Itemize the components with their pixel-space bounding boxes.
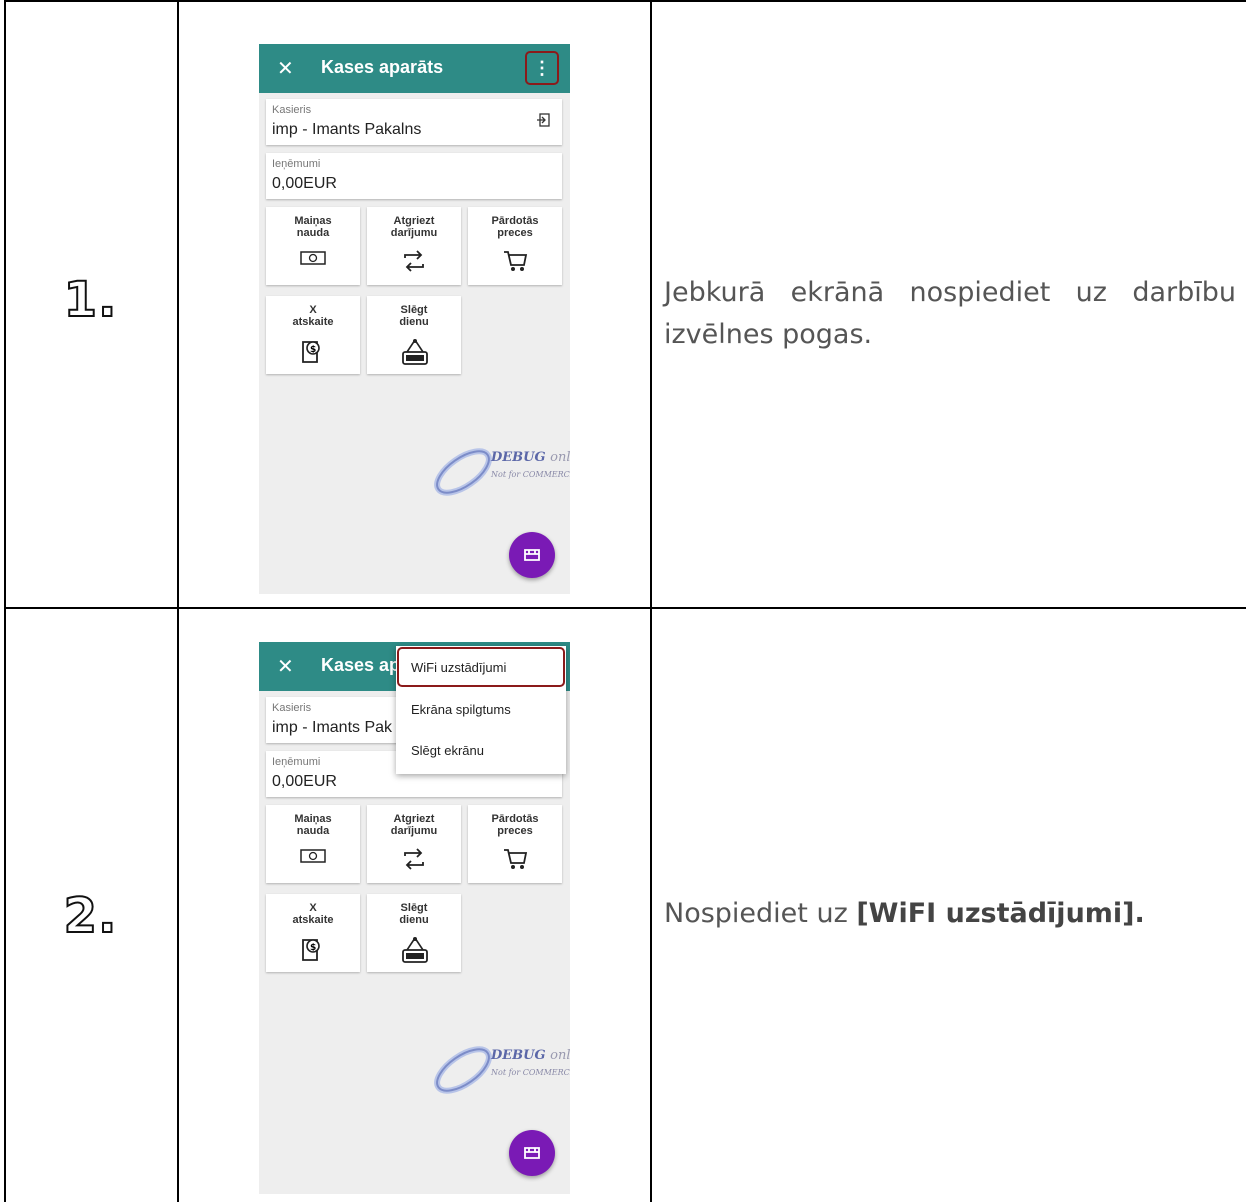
watermark-sub: Not for COMMERCIAL: [491, 1068, 570, 1077]
app-bar: ✕ Kases aparāts ⋮: [259, 44, 570, 93]
watermark-sub: Not for COMMERCIAL: [491, 470, 570, 479]
debug-watermark: DEBUG only Not for COMMERCIAL: [431, 442, 570, 502]
step-description: Nospiediet uz [WiFI uzstādījumi].: [664, 893, 1236, 935]
watermark-only: only: [550, 450, 570, 465]
login-icon[interactable]: [536, 113, 550, 127]
cashier-card[interactable]: Kasieris imp - Imants Pakalns: [266, 99, 562, 145]
tile-change-money[interactable]: Maiņas nauda: [266, 207, 360, 285]
close-sign-icon: [402, 937, 428, 963]
report-dollar-icon: $: [302, 341, 320, 363]
table-border-top: [4, 0, 1246, 2]
description-prefix: Nospiediet uz: [664, 898, 857, 929]
banknote-icon: [300, 251, 326, 265]
cashier-value: imp - Imants Pakalns: [272, 121, 422, 138]
banknote-icon: [300, 849, 326, 863]
tile-label: Xatskaite: [292, 304, 334, 328]
tile-sold-items[interactable]: Pārdotās preces: [468, 207, 562, 285]
watermark-main: DEBUG: [491, 450, 546, 465]
menu-item-screen-brightness[interactable]: Ekrāna spilgtums: [411, 702, 511, 717]
tile-label: Atgriezt darījumu: [390, 813, 438, 837]
swap-icon: [404, 848, 424, 870]
svg-text:$: $: [310, 943, 316, 953]
store-fab-button[interactable]: [509, 532, 555, 578]
cashier-label: Kasieris: [272, 104, 312, 116]
tile-close-day[interactable]: Slēgt dienu: [367, 894, 461, 972]
watermark-only: only: [550, 1048, 570, 1063]
watermark-text: DEBUG only: [491, 1048, 570, 1063]
tile-label: Xatskaite: [292, 902, 334, 926]
watermark-logo: [434, 448, 492, 496]
revenue-value: 0,00EUR: [272, 773, 337, 790]
watermark-text: DEBUG only: [491, 450, 570, 465]
tile-label: Slēgt dienu: [399, 902, 429, 926]
step-description: Jebkurā ekrānā nospiediet uz darbību izv…: [664, 277, 1236, 350]
cashier-label: Kasieris: [272, 702, 312, 714]
tile-label: Maiņas nauda: [294, 215, 332, 239]
report-dollar-icon: $: [302, 939, 320, 961]
store-icon: [524, 1147, 540, 1159]
watermark-logo: [434, 1046, 492, 1094]
revenue-value: 0,00EUR: [272, 175, 337, 192]
debug-watermark: DEBUG only Not for COMMERCIAL: [431, 1040, 570, 1100]
tile-x-report[interactable]: Xatskaite $: [266, 894, 360, 972]
table-divider-row: [4, 607, 1246, 609]
revenue-label: Ieņēmumi: [272, 756, 321, 768]
store-icon: [524, 549, 540, 561]
phone-screenshot: ✕ Kases aparāts ⋮ Kasieris imp - Imants …: [259, 44, 570, 594]
tile-return-transaction[interactable]: Atgriezt darījumu: [367, 805, 461, 883]
tile-sold-items[interactable]: Pārdotās preces: [468, 805, 562, 883]
close-sign-icon: [402, 339, 428, 365]
store-fab-button[interactable]: [509, 1130, 555, 1176]
tile-change-money[interactable]: Maiņas nauda: [266, 805, 360, 883]
overflow-menu: WiFi uzstādījumi Ekrāna spilgtums Slēgt …: [396, 646, 566, 774]
close-icon[interactable]: ✕: [277, 654, 294, 679]
svg-text:$: $: [310, 345, 316, 355]
step-number: 1.: [63, 271, 118, 329]
table-border-left: [4, 0, 6, 1202]
cart-icon: [504, 251, 528, 271]
app-title: Kases ap: [321, 655, 401, 675]
phone-screenshot: ✕ Kases ap Kasieris imp - Imants Pak Ieņ…: [259, 642, 570, 1194]
revenue-card: Ieņēmumi 0,00EUR: [266, 153, 562, 199]
table-divider-col1: [177, 0, 179, 1202]
watermark-main: DEBUG: [491, 1048, 546, 1063]
tile-x-report[interactable]: Xatskaite $: [266, 296, 360, 374]
tile-label: Maiņas nauda: [294, 813, 332, 837]
swap-icon: [404, 250, 424, 272]
menu-item-lock-screen[interactable]: Slēgt ekrānu: [411, 743, 484, 758]
tile-return-transaction[interactable]: Atgriezt darījumu: [367, 207, 461, 285]
revenue-label: Ieņēmumi: [272, 158, 321, 170]
cashier-value: imp - Imants Pak: [272, 719, 393, 736]
menu-item-wifi-settings[interactable]: WiFi uzstādījumi: [411, 660, 506, 675]
description-bold: [WiFI uzstādījumi].: [856, 898, 1145, 929]
step-number: 2.: [63, 887, 118, 945]
app-title: Kases aparāts: [321, 57, 444, 77]
more-vert-icon[interactable]: ⋮: [525, 51, 559, 85]
tile-label: Pārdotās preces: [491, 813, 539, 837]
cart-icon: [504, 849, 528, 869]
table-divider-col2: [650, 0, 652, 1202]
tile-close-day[interactable]: Slēgt dienu: [367, 296, 461, 374]
close-icon[interactable]: ✕: [277, 56, 294, 81]
tile-label: Atgriezt darījumu: [390, 215, 438, 239]
tile-label: Pārdotās preces: [491, 215, 539, 239]
tile-label: Slēgt dienu: [399, 304, 429, 328]
